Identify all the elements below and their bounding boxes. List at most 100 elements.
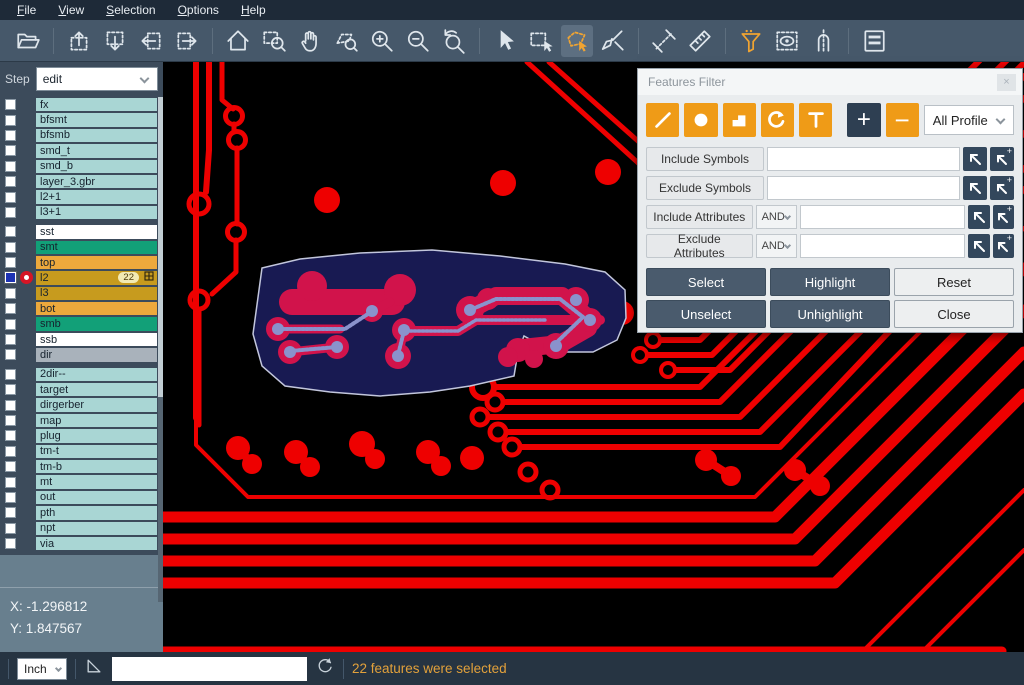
pan-hand-icon[interactable]	[294, 25, 326, 57]
active-layer-indicator[interactable]	[16, 255, 36, 270]
polygon-select-icon[interactable]	[561, 25, 593, 57]
layer-name-label[interactable]: plug	[36, 429, 157, 442]
layer-visibility-checkbox[interactable]	[5, 384, 16, 395]
layer-visibility-checkbox[interactable]	[5, 272, 16, 283]
layer-row-l3[interactable]: l3	[0, 286, 157, 301]
pan-left-icon[interactable]	[135, 25, 167, 57]
menu-options[interactable]: Options	[167, 1, 230, 20]
close-icon[interactable]: ×	[997, 74, 1016, 91]
pan-up-icon[interactable]	[63, 25, 95, 57]
layer-visibility-checkbox[interactable]	[5, 192, 16, 203]
notes-panel-icon[interactable]	[858, 25, 890, 57]
layer-row-smt[interactable]: smt	[0, 240, 157, 255]
select-cursor-icon[interactable]	[489, 25, 521, 57]
scrollbar-thumb[interactable]	[158, 97, 163, 397]
layer-visibility-checkbox[interactable]	[5, 523, 16, 534]
unselect-button[interactable]: Unselect	[646, 300, 766, 328]
pan-down-icon[interactable]	[99, 25, 131, 57]
layer-visibility-checkbox[interactable]	[5, 538, 16, 549]
layer-name-label[interactable]: 2dir--	[36, 368, 157, 381]
active-layer-indicator[interactable]	[16, 301, 36, 316]
snap-angle-icon[interactable]	[84, 656, 104, 681]
view-options-icon[interactable]	[771, 25, 803, 57]
active-layer-indicator[interactable]	[16, 347, 36, 362]
layer-visibility-checkbox[interactable]	[5, 507, 16, 518]
layer-list-scrollbar[interactable]	[158, 97, 163, 602]
layer-visibility-checkbox[interactable]	[5, 334, 16, 345]
include-symbols-button[interactable]: Include Symbols	[646, 147, 764, 171]
layer-visibility-checkbox[interactable]	[5, 242, 16, 253]
active-layer-indicator[interactable]	[16, 332, 36, 347]
active-layer-indicator[interactable]	[16, 224, 36, 239]
layer-visibility-checkbox[interactable]	[5, 288, 16, 299]
layer-name-label[interactable]: pth	[36, 506, 157, 519]
layer-visibility-checkbox[interactable]	[5, 415, 16, 426]
layer-name-label[interactable]: smd_b	[36, 160, 157, 173]
active-layer-indicator[interactable]	[16, 505, 36, 520]
layer-visibility-checkbox[interactable]	[5, 461, 16, 472]
layer-row-layer_3.gbr[interactable]: layer_3.gbr	[0, 174, 157, 189]
menu-file[interactable]: File	[6, 1, 47, 20]
exclude-symbols-input[interactable]	[767, 176, 960, 200]
filter-plus-button[interactable]: +	[847, 103, 880, 137]
select-button[interactable]: Select	[646, 268, 766, 296]
active-layer-indicator[interactable]	[16, 475, 36, 490]
layer-visibility-checkbox[interactable]	[5, 319, 16, 330]
layer-row-2dir--[interactable]: 2dir--	[0, 367, 157, 382]
layer-name-label[interactable]: bfsmb	[36, 129, 157, 142]
layer-name-label[interactable]: l3	[36, 287, 157, 300]
include-symbols-input[interactable]	[767, 147, 960, 171]
menu-help[interactable]: Help	[230, 1, 277, 20]
layer-row-tm-b[interactable]: tm-b	[0, 459, 157, 474]
menu-view[interactable]: View	[47, 1, 95, 20]
filter-text-button[interactable]	[799, 103, 832, 137]
layer-name-label[interactable]: l2+1	[36, 190, 157, 203]
highlight-button[interactable]: Highlight	[770, 268, 890, 296]
open-file-icon[interactable]	[12, 25, 44, 57]
reset-button[interactable]: Reset	[894, 268, 1014, 296]
menu-selection[interactable]: Selection	[95, 1, 166, 20]
layer-visibility-checkbox[interactable]	[5, 430, 16, 441]
layer-row-plug[interactable]: plug	[0, 428, 157, 443]
dialog-titlebar[interactable]: Features Filter ×	[638, 69, 1022, 95]
filter-minus-button[interactable]: −	[886, 103, 919, 137]
layer-row-npt[interactable]: npt	[0, 521, 157, 536]
pick-add-symbol-button[interactable]: +	[990, 176, 1014, 200]
layer-row-ssb[interactable]: ssb	[0, 332, 157, 347]
layer-name-label[interactable]: out	[36, 491, 157, 504]
exclude-symbols-button[interactable]: Exclude Symbols	[646, 176, 764, 200]
home-view-icon[interactable]	[222, 25, 254, 57]
layer-name-label[interactable]: fx	[36, 98, 157, 111]
layer-visibility-checkbox[interactable]	[5, 369, 16, 380]
snap-icon[interactable]	[807, 25, 839, 57]
layer-visibility-checkbox[interactable]	[5, 99, 16, 110]
layer-row-top[interactable]: top	[0, 255, 157, 270]
profile-select[interactable]: All Profile	[924, 105, 1014, 135]
layer-name-label[interactable]: smt	[36, 241, 157, 254]
layer-visibility-checkbox[interactable]	[5, 477, 16, 488]
layer-name-label[interactable]: tm-b	[36, 460, 157, 473]
layer-name-label[interactable]: mt	[36, 475, 157, 488]
layer-visibility-checkbox[interactable]	[5, 349, 16, 360]
active-layer-indicator[interactable]	[16, 143, 36, 158]
layer-visibility-checkbox[interactable]	[5, 176, 16, 187]
pick-attribute-button[interactable]	[968, 205, 989, 229]
layer-row-bfsmb[interactable]: bfsmb	[0, 128, 157, 143]
include-attributes-and-select[interactable]: AND	[756, 205, 798, 229]
exclude-attributes-input[interactable]	[800, 234, 965, 258]
active-layer-indicator[interactable]	[16, 317, 36, 332]
active-layer-indicator[interactable]	[16, 113, 36, 128]
close-button[interactable]: Close	[894, 300, 1014, 328]
filter-arc-button[interactable]	[761, 103, 794, 137]
active-layer-indicator[interactable]	[16, 398, 36, 413]
active-layer-indicator[interactable]	[16, 490, 36, 505]
layer-name-label[interactable]: map	[36, 414, 157, 427]
active-layer-indicator[interactable]	[16, 536, 36, 551]
layer-row-l2+1[interactable]: l2+1	[0, 189, 157, 204]
layer-visibility-checkbox[interactable]	[5, 446, 16, 457]
layer-visibility-checkbox[interactable]	[5, 115, 16, 126]
zoom-in-icon[interactable]	[366, 25, 398, 57]
layer-row-pth[interactable]: pth	[0, 505, 157, 520]
layer-name-label[interactable]: dir	[36, 348, 157, 361]
layer-name-label[interactable]: dirgerber	[36, 398, 157, 411]
